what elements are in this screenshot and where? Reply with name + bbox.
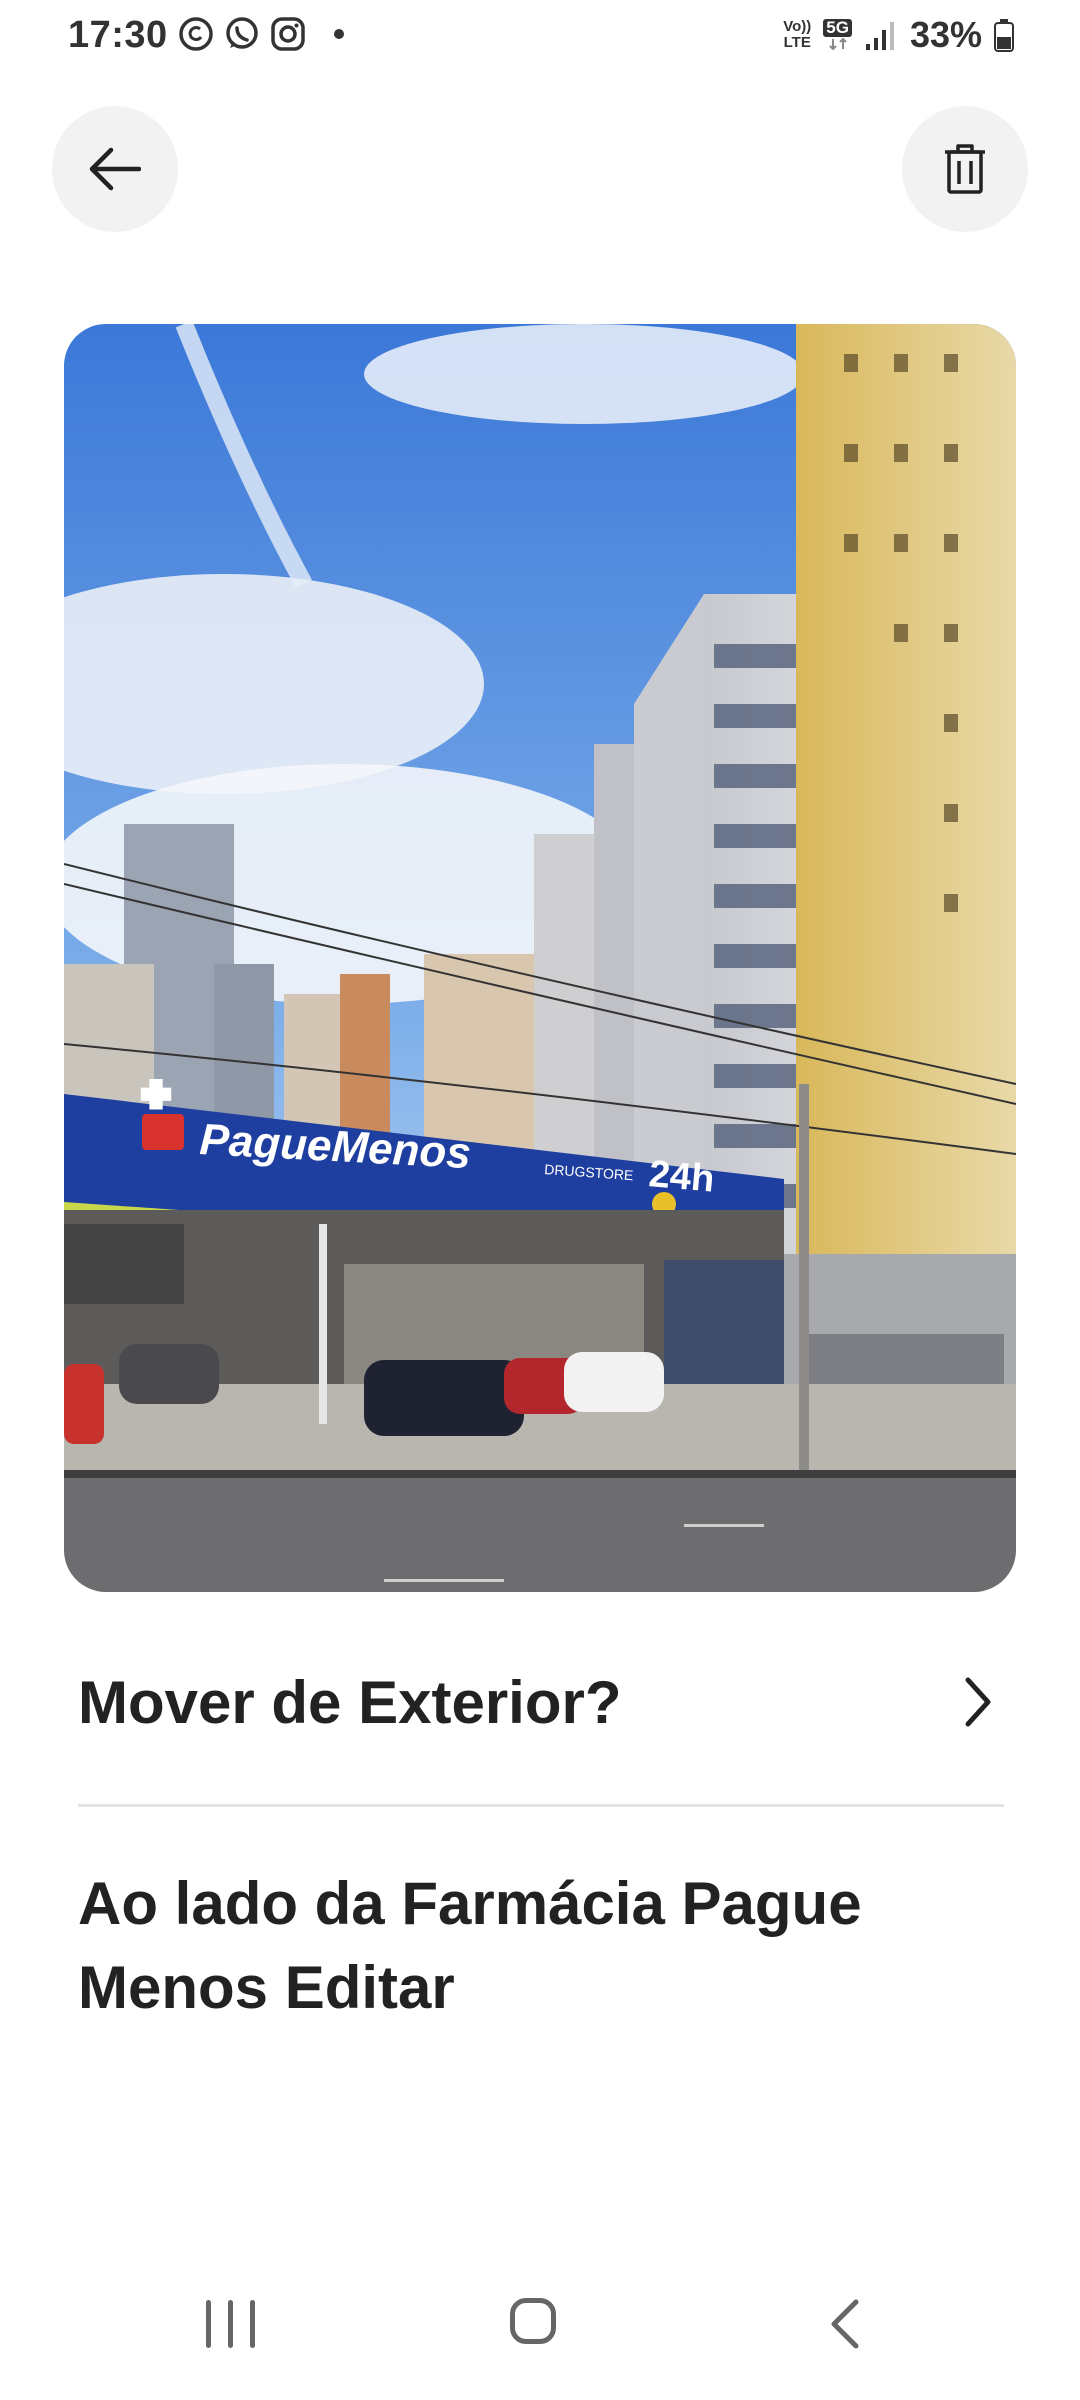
chevron-right-icon[interactable] <box>958 1672 998 1732</box>
notification-dot <box>334 29 344 39</box>
move-exterior-label[interactable]: Mover de Exterior? <box>78 1668 622 1737</box>
store-logo-cross <box>142 1114 184 1150</box>
battery-percent: 33% <box>909 14 982 55</box>
whatsapp-icon <box>226 17 258 49</box>
battery-icon <box>994 19 1014 52</box>
system-back-button[interactable] <box>826 2296 866 2352</box>
trash-icon <box>945 144 985 194</box>
location-photo[interactable]: PagueMenos DRUGSTORE 24h <box>64 324 1016 1592</box>
delete-button[interactable] <box>902 106 1028 232</box>
status-indicators: Vo)) LTE 5G 33% <box>783 14 1014 56</box>
system-nav-bar <box>0 2260 1080 2400</box>
location-description[interactable]: Ao lado da Farmácia Pague Menos Editar <box>78 1862 978 2030</box>
instagram-icon <box>271 17 305 51</box>
status-bar: 17:30 Vo)) LTE 5G 33% <box>0 0 1080 80</box>
store-sign-badge: 24h <box>647 1153 716 1201</box>
volte-indicator: Vo)) LTE <box>783 18 812 51</box>
home-button[interactable] <box>510 2298 556 2344</box>
status-time: 17:30 <box>68 14 168 56</box>
divider <box>78 1804 1004 1807</box>
back-button[interactable] <box>52 106 178 232</box>
status-app-icons <box>178 16 344 52</box>
arrow-left-icon <box>89 147 141 191</box>
threads-icon <box>179 17 213 51</box>
signal-icon <box>865 22 894 50</box>
network-type-indicator: 5G <box>823 19 852 51</box>
recents-button[interactable] <box>206 2300 255 2348</box>
